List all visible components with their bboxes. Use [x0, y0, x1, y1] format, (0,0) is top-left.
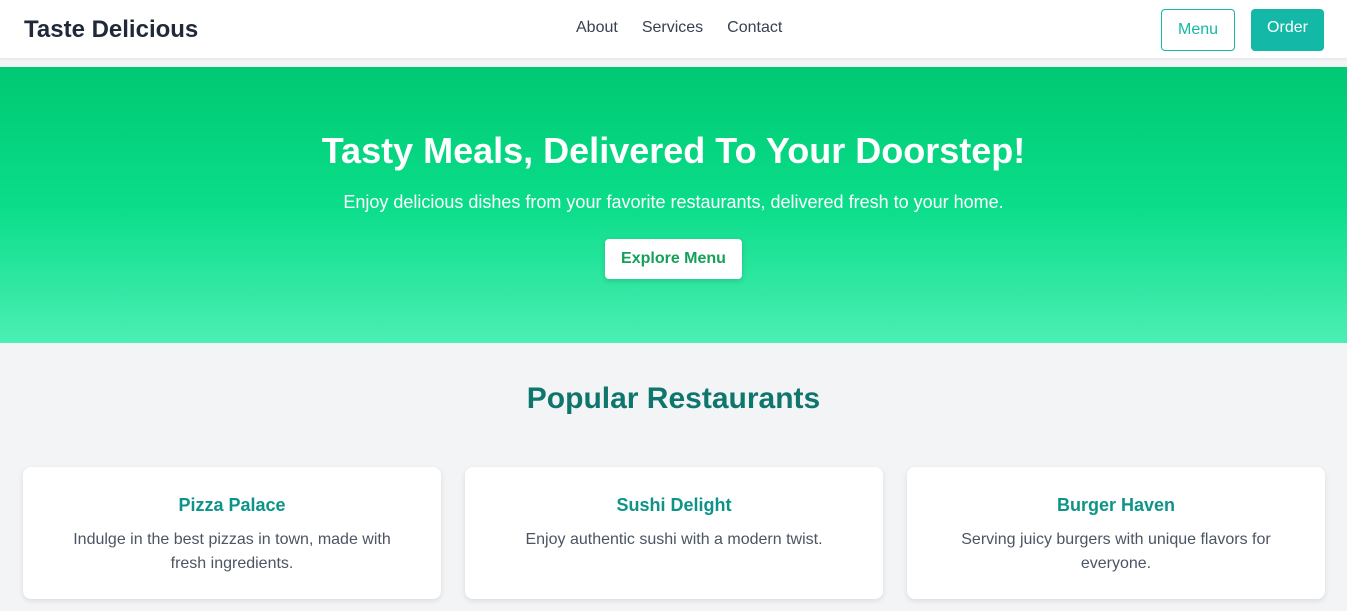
restaurant-cards: Pizza Palace Indulge in the best pizzas … [23, 467, 1325, 599]
restaurant-card-pizza-palace[interactable]: Pizza Palace Indulge in the best pizzas … [23, 467, 441, 599]
brand-logo-text[interactable]: Taste Delicious [24, 16, 198, 44]
explore-menu-button[interactable]: Explore Menu [605, 239, 742, 279]
restaurant-card-burger-haven[interactable]: Burger Haven Serving juicy burgers with … [907, 467, 1325, 599]
restaurant-name: Pizza Palace [178, 495, 286, 515]
restaurant-name: Burger Haven [1056, 495, 1176, 515]
nav-links: About Services Contact [576, 19, 782, 37]
nav-link-services[interactable]: Services [642, 19, 703, 37]
popular-restaurants-title: Popular Restaurants [526, 382, 821, 415]
hero-title: Tasty Meals, Delivered To Your Doorstep! [321, 130, 1026, 171]
nav-link-about[interactable]: About [576, 19, 618, 37]
restaurant-description: Serving juicy burgers with unique flavor… [961, 531, 1271, 572]
hero-section: Tasty Meals, Delivered To Your Doorstep!… [0, 67, 1347, 343]
nav-actions: Menu Order [1161, 9, 1324, 51]
restaurant-description: Enjoy authentic sushi with a modern twis… [525, 531, 823, 548]
nav-link-contact[interactable]: Contact [727, 19, 782, 37]
menu-button[interactable]: Menu [1161, 9, 1235, 51]
hero-subtitle: Enjoy delicious dishes from your favorit… [343, 192, 1004, 212]
restaurant-card-sushi-delight[interactable]: Sushi Delight Enjoy authentic sushi with… [465, 467, 883, 599]
restaurant-description: Indulge in the best pizzas in town, made… [73, 531, 391, 572]
restaurant-name: Sushi Delight [616, 495, 732, 515]
order-button[interactable]: Order [1251, 9, 1324, 51]
navbar: Taste Delicious About Services Contact M… [0, 0, 1347, 58]
